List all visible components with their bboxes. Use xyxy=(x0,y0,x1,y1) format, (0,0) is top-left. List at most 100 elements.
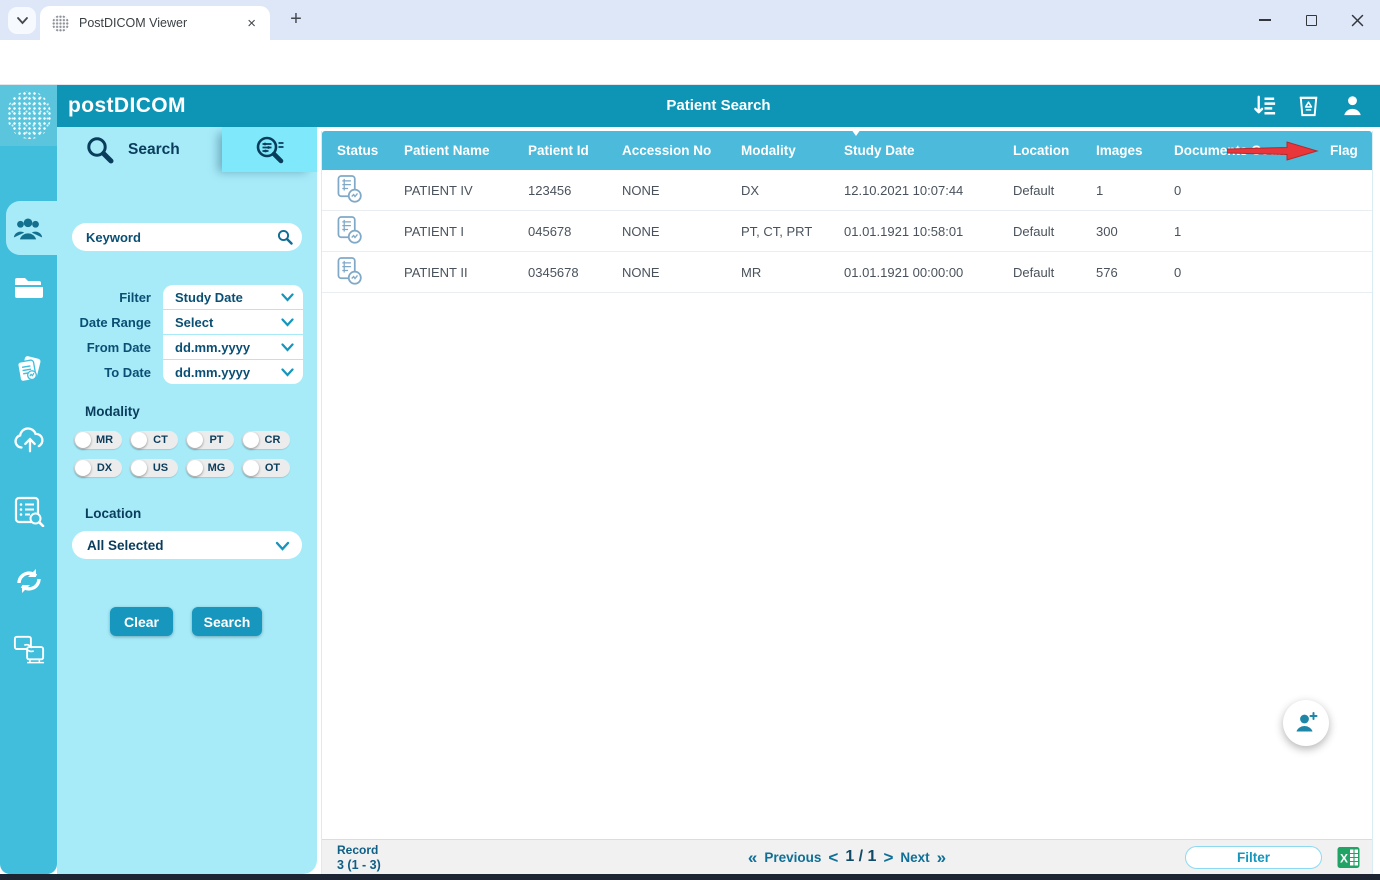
sidebar-item-patients[interactable] xyxy=(12,213,44,245)
column-header-study-date[interactable]: Study Date xyxy=(844,129,1013,158)
table-header-row: Status Patient Name Patient Id Accession… xyxy=(322,129,1372,170)
filter-row: Date Range Select xyxy=(65,310,303,334)
next-page-icon[interactable]: > xyxy=(883,849,893,866)
window-minimize-button[interactable] xyxy=(1242,0,1288,40)
filter-row: Filter Study Date xyxy=(65,285,303,309)
clear-button[interactable]: Clear xyxy=(110,607,173,636)
chevron-down-icon xyxy=(281,368,294,377)
cell-images: 576 xyxy=(1096,264,1118,280)
filter-select[interactable]: Study Date xyxy=(163,285,303,309)
page-title: Patient Search xyxy=(666,97,771,114)
column-header-accession-no[interactable]: Accession No xyxy=(622,143,741,158)
toggle-knob xyxy=(131,460,147,476)
column-header-modality[interactable]: Modality xyxy=(741,143,844,158)
table-row[interactable]: PATIENT IV 123456 NONE DX 12.10.2021 10:… xyxy=(322,170,1372,211)
cell-modality: DX xyxy=(741,182,760,198)
modality-toggle-pt[interactable]: PT xyxy=(186,431,234,449)
modality-toggles: MR CT PT CR DX US MG OT xyxy=(74,431,300,477)
tab-close-icon[interactable]: × xyxy=(243,15,260,32)
browser-tab[interactable]: PostDICOM Viewer × xyxy=(40,6,270,40)
search-tab-icon xyxy=(87,136,114,163)
prev-page-icon[interactable]: < xyxy=(828,849,838,866)
keyword-search-icon[interactable] xyxy=(277,229,293,245)
study-status-icon xyxy=(337,256,362,285)
modality-toggle-label: MG xyxy=(207,462,226,474)
from-date-value: dd.mm.yyyy xyxy=(175,339,251,355)
app-header: postDICOM Patient Search xyxy=(57,85,1380,127)
tab-advanced-search[interactable] xyxy=(222,127,317,172)
modality-toggle-ot[interactable]: OT xyxy=(242,459,290,477)
sidebar xyxy=(0,127,57,874)
cell-accession-no: NONE xyxy=(622,264,660,280)
new-tab-button[interactable]: + xyxy=(284,8,308,32)
modality-toggle-us[interactable]: US xyxy=(130,459,178,477)
window-maximize-button[interactable] xyxy=(1288,0,1334,40)
toggle-knob xyxy=(187,432,203,448)
add-user-icon xyxy=(1296,712,1318,732)
modality-toggle-label: CT xyxy=(153,434,168,446)
tab-search-button[interactable] xyxy=(8,7,36,34)
window-close-button[interactable] xyxy=(1334,0,1380,40)
keyword-input[interactable] xyxy=(72,223,302,251)
chevron-down-icon xyxy=(281,318,294,327)
modality-toggle-mr[interactable]: MR xyxy=(74,431,122,449)
cell-location: Default xyxy=(1013,264,1055,280)
from-date-select[interactable]: dd.mm.yyyy xyxy=(163,335,303,359)
window-bottom-edge xyxy=(0,874,1380,880)
to-date-select[interactable]: dd.mm.yyyy xyxy=(163,360,303,384)
last-page-icon[interactable]: » xyxy=(937,849,946,866)
sidebar-item-cloud-upload[interactable] xyxy=(13,423,47,455)
chevron-down-icon xyxy=(281,343,294,352)
date-range-value: Select xyxy=(175,314,214,330)
sidebar-item-sync[interactable] xyxy=(13,565,45,597)
toggle-knob xyxy=(243,460,259,476)
previous-page-button[interactable]: Previous xyxy=(764,850,821,865)
table-footer: Record 3 (1 - 3) « Previous < 1 / 1 > Ne… xyxy=(322,839,1372,874)
study-status-icon xyxy=(337,174,362,203)
toggle-knob xyxy=(187,460,203,476)
column-header-flag[interactable]: Flag xyxy=(1330,143,1372,158)
first-page-icon[interactable]: « xyxy=(748,849,757,866)
brand-logo-tile xyxy=(0,85,57,146)
minimize-icon xyxy=(1259,19,1271,21)
cell-accession-no: NONE xyxy=(622,182,660,198)
annotation-arrow xyxy=(1227,141,1319,161)
column-header-patient-name[interactable]: Patient Name xyxy=(404,143,528,158)
sidebar-item-records[interactable] xyxy=(13,353,45,385)
cell-study-date: 01.01.1921 00:00:00 xyxy=(844,264,964,280)
modality-toggle-cr[interactable]: CR xyxy=(242,431,290,449)
sidebar-item-share[interactable] xyxy=(13,633,45,665)
close-icon xyxy=(1351,14,1363,26)
cell-modality: PT, CT, PRT xyxy=(741,223,813,239)
filter-form: Filter Study Date Date Range Select From… xyxy=(65,285,303,385)
modality-toggle-label: US xyxy=(152,462,169,474)
sort-icon[interactable] xyxy=(1251,92,1278,119)
column-header-images[interactable]: Images xyxy=(1096,143,1174,158)
add-patient-button[interactable] xyxy=(1283,700,1329,746)
to-date-label: To Date xyxy=(104,364,151,380)
export-excel-icon[interactable]: X xyxy=(1337,846,1360,869)
modality-toggle-dx[interactable]: DX xyxy=(74,459,122,477)
table-row[interactable]: PATIENT I 045678 NONE PT, CT, PRT 01.01.… xyxy=(322,211,1372,252)
tab-basic-search[interactable]: Search xyxy=(57,127,222,172)
cell-patient-name: PATIENT I xyxy=(404,223,464,239)
search-button[interactable]: Search xyxy=(192,607,262,636)
table-row[interactable]: PATIENT II 0345678 NONE MR 01.01.1921 00… xyxy=(322,252,1372,293)
next-page-button[interactable]: Next xyxy=(900,850,929,865)
sidebar-item-search-list[interactable] xyxy=(13,495,45,527)
column-header-patient-id[interactable]: Patient Id xyxy=(528,143,622,158)
trash-icon[interactable] xyxy=(1295,92,1322,119)
column-header-status[interactable]: Status xyxy=(337,143,404,158)
sidebar-item-folders[interactable] xyxy=(13,272,45,304)
modality-toggle-ct[interactable]: CT xyxy=(130,431,178,449)
cell-location: Default xyxy=(1013,223,1055,239)
to-date-value: dd.mm.yyyy xyxy=(175,364,251,380)
modality-toggle-mg[interactable]: MG xyxy=(186,459,234,477)
location-select[interactable]: All Selected xyxy=(72,531,302,559)
cell-location: Default xyxy=(1013,182,1055,198)
date-range-select[interactable]: Select xyxy=(163,310,303,334)
footer-filter-button[interactable]: Filter xyxy=(1185,846,1322,869)
user-icon[interactable] xyxy=(1339,92,1366,119)
column-header-location[interactable]: Location xyxy=(1013,143,1096,158)
study-status-icon xyxy=(337,215,362,244)
